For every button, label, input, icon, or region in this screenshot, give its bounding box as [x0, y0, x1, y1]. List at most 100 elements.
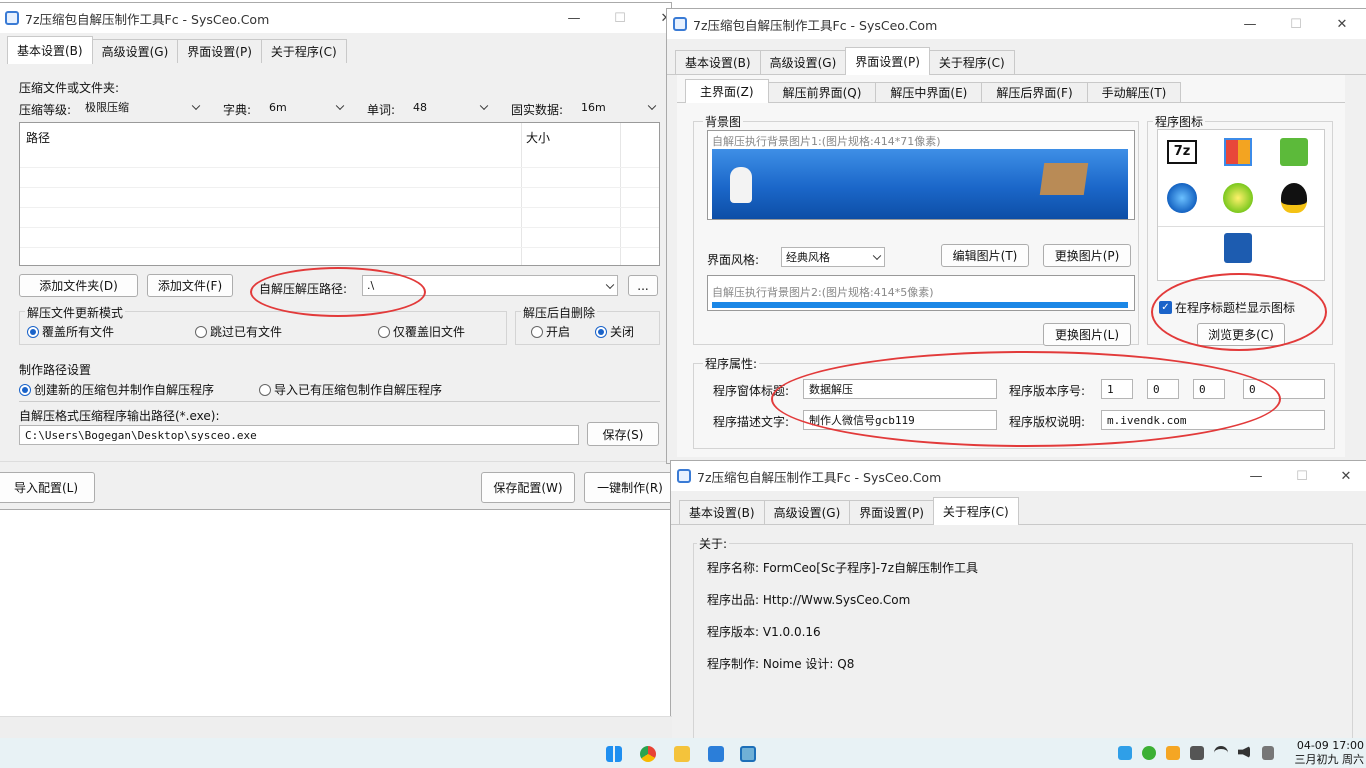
main-window-about: 7z压缩包自解压制作工具Fc - SysCeo.Com — ☐ ✕ 基本设置(B… [670, 460, 1366, 744]
radio-autodelete-on[interactable]: 开启 [531, 323, 570, 340]
ime-icon[interactable] [1262, 746, 1274, 760]
tab-basic[interactable]: 基本设置(B) [675, 50, 761, 74]
clock[interactable]: 04-09 17:00 三月初九 周六 [1280, 739, 1365, 767]
tab-interface[interactable]: 界面设置(P) [177, 39, 262, 63]
notepad-icon[interactable] [708, 746, 724, 762]
subtab-main[interactable]: 主界面(Z) [685, 79, 769, 103]
7z-icon[interactable]: 7z [1164, 134, 1200, 170]
bg2-preview[interactable]: 自解压执行背景图片2:(图片规格:414*5像素) [707, 275, 1135, 311]
tab-bar: 基本设置(B) 高级设置(G) 界面设置(P) 关于程序(C) [667, 39, 1366, 75]
app-icon [5, 11, 19, 25]
tab-interface[interactable]: 界面设置(P) [849, 500, 934, 524]
solid-select[interactable]: 16m [577, 97, 659, 117]
add-folder-button[interactable]: 添加文件夹(D) [19, 274, 138, 297]
autodelete-title: 解压后自删除 [521, 304, 598, 321]
radio-label: 导入已有压缩包制作自解压程序 [274, 383, 443, 397]
office-icon[interactable] [1220, 134, 1256, 170]
dict-select[interactable]: 6m [265, 97, 347, 117]
about-title: 关于: [697, 535, 730, 552]
icon-title: 程序图标 [1153, 113, 1206, 130]
app-icon [677, 469, 691, 483]
tab-advanced[interactable]: 高级设置(G) [759, 50, 847, 74]
close-icon[interactable]: ✕ [1319, 9, 1365, 39]
minimize-icon[interactable]: — [551, 3, 597, 33]
music-icon[interactable] [1220, 180, 1256, 216]
radio-label: 关闭 [610, 325, 635, 339]
app-taskbar-icon[interactable] [740, 746, 756, 762]
style-select[interactable]: 经典风格 [781, 247, 885, 267]
word-select[interactable]: 48 [409, 97, 491, 117]
radio-skip-existing[interactable]: 跳过已有文件 [195, 323, 282, 340]
subtab-before[interactable]: 解压前界面(Q) [767, 82, 877, 102]
zip-icon[interactable] [1220, 230, 1256, 266]
chevron-down-icon [647, 101, 657, 111]
row-line [20, 227, 659, 228]
subtab-after[interactable]: 解压后界面(F) [981, 82, 1088, 102]
style-label: 界面风格: [707, 253, 760, 267]
clock-date: 三月初九 周六 [1294, 753, 1365, 766]
change-image-button[interactable]: 更换图片(P) [1043, 244, 1131, 267]
col-size-header[interactable]: 大小 [526, 129, 550, 146]
wifi-icon[interactable] [1214, 746, 1228, 760]
chevron-down-icon [335, 101, 345, 111]
save-config-button[interactable]: 保存配置(W) [481, 472, 575, 503]
radio-autodelete-off[interactable]: 关闭 [595, 323, 634, 340]
footer-divider [0, 461, 671, 462]
radio-unselected-icon [195, 325, 207, 338]
radio-import-existing[interactable]: 导入已有压缩包制作自解压程序 [259, 381, 442, 398]
tab-interface[interactable]: 界面设置(P) [845, 47, 930, 75]
radio-create-new[interactable]: 创建新的压缩包并制作自解压程序 [19, 381, 214, 398]
col-path-header[interactable]: 路径 [26, 129, 50, 146]
tray-icon-2[interactable] [1166, 746, 1180, 760]
soft-icon[interactable] [1276, 134, 1312, 170]
wechat-icon[interactable] [1142, 746, 1156, 760]
edit-image-button[interactable]: 编辑图片(T) [941, 244, 1029, 267]
tab-about[interactable]: 关于程序(C) [260, 39, 347, 63]
about-name: 程序名称: FormCeo[Sc子程序]-7z自解压制作工具 [707, 561, 979, 575]
tray-icon-3[interactable] [1190, 746, 1204, 760]
tab-about[interactable]: 关于程序(C) [928, 50, 1015, 74]
close-icon[interactable]: ✕ [1323, 461, 1366, 491]
radio-overwrite-old[interactable]: 仅覆盖旧文件 [378, 323, 465, 340]
tray-icon[interactable] [1118, 746, 1132, 760]
save-button[interactable]: 保存(S) [587, 422, 659, 446]
radio-overwrite-all[interactable]: 覆盖所有文件 [27, 323, 114, 340]
import-config-button[interactable]: 导入配置(L) [0, 472, 95, 503]
window-title: 7z压缩包自解压制作工具Fc - SysCeo.Com [697, 469, 942, 485]
start-icon[interactable] [606, 746, 622, 762]
radio-unselected-icon [378, 325, 390, 338]
maximize-icon[interactable]: ☐ [1279, 461, 1325, 491]
chrome-icon[interactable] [640, 746, 656, 762]
browse-button[interactable]: ... [628, 275, 658, 296]
subtab-manual[interactable]: 手动解压(T) [1086, 82, 1182, 102]
chevron-down-icon [605, 280, 615, 289]
make-button[interactable]: 一键制作(R) [584, 472, 671, 503]
tab-basic[interactable]: 基本设置(B) [679, 500, 765, 524]
level-select[interactable]: 极限压缩 [81, 97, 203, 117]
title-bar: 7z压缩包自解压制作工具Fc - SysCeo.Com — ☐ ✕ [0, 3, 671, 33]
style-value: 经典风格 [786, 251, 830, 264]
add-file-button[interactable]: 添加文件(F) [147, 274, 233, 297]
minimize-icon[interactable]: — [1227, 9, 1273, 39]
interface-panel: 主界面(Z) 解压前界面(Q) 解压中界面(E) 解压后界面(F) 手动解压(T… [677, 75, 1345, 457]
tab-about[interactable]: 关于程序(C) [932, 497, 1019, 525]
maximize-icon[interactable]: ☐ [1273, 9, 1319, 39]
window-title: 7z压缩包自解压制作工具Fc - SysCeo.Com [693, 17, 938, 33]
minimize-icon[interactable]: — [1233, 461, 1279, 491]
file-list[interactable]: 路径 大小 [19, 122, 660, 266]
tab-basic[interactable]: 基本设置(B) [7, 36, 93, 64]
tab-advanced[interactable]: 高级设置(G) [763, 500, 851, 524]
subtab-during[interactable]: 解压中界面(E) [875, 82, 983, 102]
folder-icon[interactable] [674, 746, 690, 762]
tab-advanced[interactable]: 高级设置(G) [91, 39, 179, 63]
chevron-down-icon [872, 251, 882, 261]
qq-icon[interactable] [1276, 180, 1312, 216]
output-path-input[interactable]: C:\Users\Bogegan\Desktop\sysceo.exe [19, 425, 579, 445]
maximize-icon[interactable]: ☐ [597, 3, 643, 33]
windows-icon[interactable] [1164, 180, 1200, 216]
change-image2-button[interactable]: 更换图片(L) [1043, 323, 1131, 346]
tab-bar: 基本设置(B) 高级设置(G) 界面设置(P) 关于程序(C) [671, 491, 1366, 525]
bg1-preview[interactable]: 自解压执行背景图片1:(图片规格:414*71像素) [707, 130, 1135, 220]
output-label: 自解压格式压缩程序输出路径(*.exe): [19, 409, 220, 423]
row-line [20, 207, 659, 208]
